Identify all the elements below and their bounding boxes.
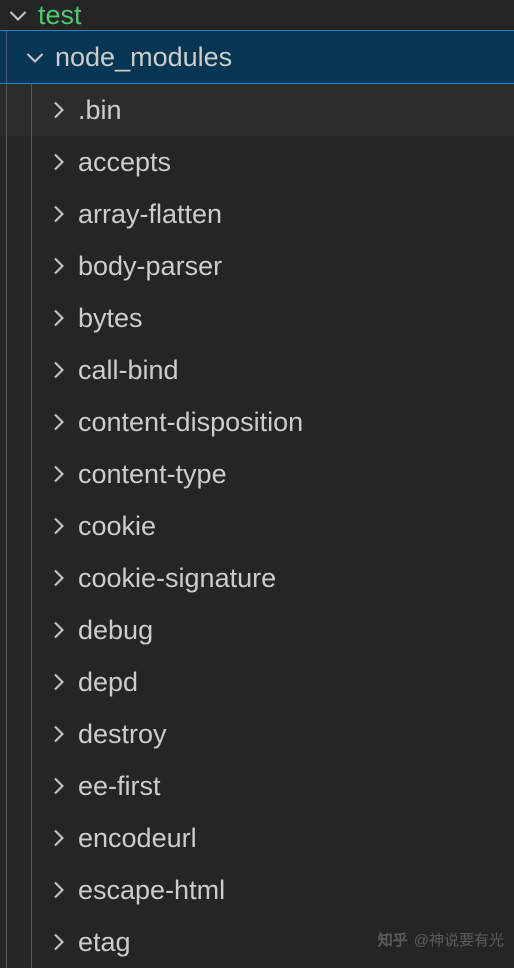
chevron-right-icon bbox=[44, 616, 72, 644]
folder-label: depd bbox=[78, 667, 138, 698]
folder-label: ee-first bbox=[78, 771, 161, 802]
folder-label: bytes bbox=[78, 303, 143, 334]
subfolder-list: .bin accepts array-flatten body-parser bbox=[0, 84, 514, 968]
tree-item[interactable]: destroy bbox=[0, 708, 514, 760]
folder-label: accepts bbox=[78, 147, 171, 178]
tree-item[interactable]: content-type bbox=[0, 448, 514, 500]
indent-guide bbox=[6, 604, 7, 656]
chevron-right-icon bbox=[44, 200, 72, 228]
indent-guide bbox=[6, 188, 7, 240]
watermark: 知乎 @神说要有光 bbox=[378, 929, 504, 950]
indent-guide bbox=[31, 136, 32, 188]
folder-label: body-parser bbox=[78, 251, 222, 282]
indent-guide bbox=[31, 604, 32, 656]
indent-guide bbox=[6, 344, 7, 396]
indent-guide bbox=[31, 708, 32, 760]
chevron-right-icon bbox=[44, 408, 72, 436]
chevron-right-icon bbox=[44, 304, 72, 332]
indent-guide bbox=[31, 292, 32, 344]
tree-item[interactable]: cookie bbox=[0, 500, 514, 552]
indent-guide bbox=[6, 396, 7, 448]
indent-guide bbox=[6, 864, 7, 916]
chevron-right-icon bbox=[44, 564, 72, 592]
tree-item[interactable]: depd bbox=[0, 656, 514, 708]
indent-guide bbox=[31, 240, 32, 292]
folder-label: cookie-signature bbox=[78, 563, 276, 594]
tree-item[interactable]: accepts bbox=[0, 136, 514, 188]
indent-guide bbox=[6, 136, 7, 188]
indent-guide bbox=[6, 500, 7, 552]
tree-item[interactable]: bytes bbox=[0, 292, 514, 344]
watermark-author: @神说要有光 bbox=[414, 929, 504, 950]
indent-guide bbox=[6, 84, 7, 136]
folder-label: .bin bbox=[78, 95, 122, 126]
tree-item[interactable]: call-bind bbox=[0, 344, 514, 396]
chevron-right-icon bbox=[44, 148, 72, 176]
tree-item[interactable]: ee-first bbox=[0, 760, 514, 812]
folder-label: etag bbox=[78, 927, 131, 958]
chevron-right-icon bbox=[44, 772, 72, 800]
indent-guide bbox=[6, 448, 7, 500]
tree-item[interactable]: escape-html bbox=[0, 864, 514, 916]
indent-guide bbox=[31, 864, 32, 916]
folder-label: array-flatten bbox=[78, 199, 222, 230]
indent-guide bbox=[31, 396, 32, 448]
indent-guide bbox=[31, 344, 32, 396]
chevron-down-icon bbox=[4, 1, 32, 29]
chevron-right-icon bbox=[44, 668, 72, 696]
tree-item[interactable]: encodeurl bbox=[0, 812, 514, 864]
chevron-right-icon bbox=[44, 720, 72, 748]
folder-label: debug bbox=[78, 615, 153, 646]
indent-guide bbox=[6, 708, 7, 760]
tree-root-item[interactable]: test bbox=[0, 0, 514, 30]
indent-guide bbox=[31, 84, 32, 136]
tree-item[interactable]: content-disposition bbox=[0, 396, 514, 448]
folder-label: escape-html bbox=[78, 875, 225, 906]
file-explorer-tree: test node_modules .bin accepts bbox=[0, 0, 514, 968]
tree-item[interactable]: cookie-signature bbox=[0, 552, 514, 604]
indent-guide bbox=[31, 760, 32, 812]
indent-guide bbox=[6, 760, 7, 812]
folder-label: call-bind bbox=[78, 355, 179, 386]
tree-item[interactable]: .bin bbox=[0, 84, 514, 136]
tree-item[interactable]: debug bbox=[0, 604, 514, 656]
indent-guide bbox=[6, 812, 7, 864]
chevron-right-icon bbox=[44, 512, 72, 540]
folder-label: cookie bbox=[78, 511, 156, 542]
chevron-right-icon bbox=[44, 460, 72, 488]
indent-guide bbox=[31, 656, 32, 708]
indent-guide bbox=[6, 656, 7, 708]
chevron-down-icon bbox=[21, 43, 49, 71]
indent-guide bbox=[31, 500, 32, 552]
folder-label: content-disposition bbox=[78, 407, 303, 438]
chevron-right-icon bbox=[44, 356, 72, 384]
indent-guide bbox=[31, 448, 32, 500]
chevron-right-icon bbox=[44, 824, 72, 852]
indent-guide bbox=[31, 188, 32, 240]
indent-guide bbox=[31, 552, 32, 604]
tree-item[interactable]: array-flatten bbox=[0, 188, 514, 240]
chevron-right-icon bbox=[44, 252, 72, 280]
folder-label: node_modules bbox=[55, 42, 232, 73]
indent-guide bbox=[31, 812, 32, 864]
chevron-right-icon bbox=[44, 96, 72, 124]
folder-label: content-type bbox=[78, 459, 227, 490]
indent-guide bbox=[6, 31, 7, 83]
folder-label: encodeurl bbox=[78, 823, 197, 854]
indent-guide bbox=[6, 552, 7, 604]
tree-item[interactable]: body-parser bbox=[0, 240, 514, 292]
indent-guide bbox=[6, 292, 7, 344]
folder-label: test bbox=[38, 0, 82, 31]
folder-label: destroy bbox=[78, 719, 167, 750]
indent-guide bbox=[6, 240, 7, 292]
watermark-brand: 知乎 bbox=[378, 929, 408, 950]
tree-item-node-modules[interactable]: node_modules bbox=[0, 30, 514, 84]
indent-guide bbox=[31, 916, 32, 968]
chevron-right-icon bbox=[44, 928, 72, 956]
indent-guide bbox=[6, 916, 7, 968]
chevron-right-icon bbox=[44, 876, 72, 904]
